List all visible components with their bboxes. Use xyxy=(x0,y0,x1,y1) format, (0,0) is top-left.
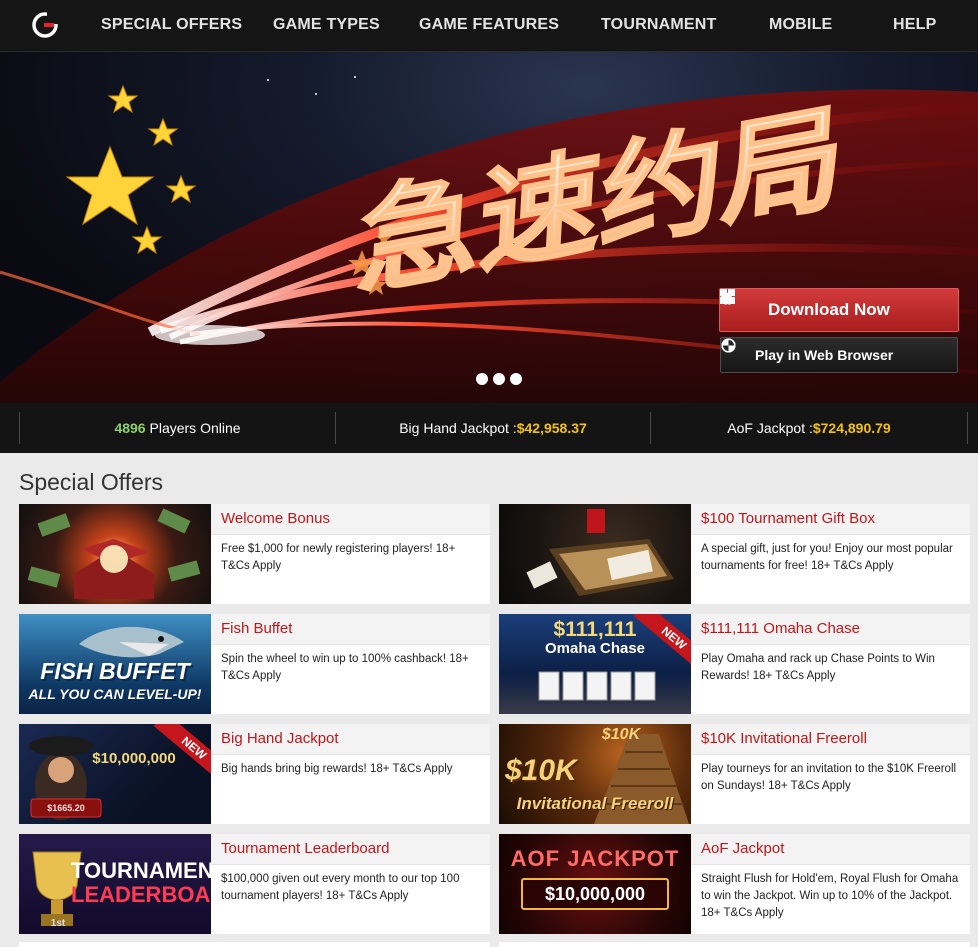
offer-thumbnail: $111,111 Omaha Chase NEW xyxy=(499,614,691,714)
offer-card-tournament-gift-box[interactable]: $100 Tournament Gift Box A special gift,… xyxy=(499,504,970,604)
nav-special-offers[interactable]: SPECIAL OFFERS xyxy=(101,0,242,52)
offer-description: $100,000 given out every month to our to… xyxy=(221,873,460,902)
offer-card-omaha-chase[interactable]: $111,111 Omaha Chase NEW $111,111 Omaha … xyxy=(499,614,970,714)
offer-thumbnail: TOURNAMENT LEADERBOARD 1st xyxy=(19,834,211,934)
thumb-text: 1st xyxy=(50,918,66,929)
offer-title[interactable]: AoF Jackpot xyxy=(701,840,784,857)
thumb-text: ALL YOU CAN LEVEL-UP! xyxy=(28,686,202,702)
special-offers-heading: Special Offers xyxy=(19,469,164,495)
stats-bar: 4896 Players Online Big Hand Jackpot :$4… xyxy=(0,403,978,453)
offer-title[interactable]: Big Hand Jackpot xyxy=(221,730,339,747)
big-hand-jackpot-label: Big Hand Jackpot : xyxy=(399,420,517,436)
play-in-web-browser-label: Play in Web Browser xyxy=(755,347,894,363)
offer-card-big-hand-jackpot[interactable]: $10,000,000 $1665.20 NEW Big Hand Jackpo… xyxy=(19,724,490,824)
play-in-web-browser-button[interactable]: Play in Web Browser xyxy=(720,337,958,373)
aof-jackpot-stat: AoF Jackpot :$724,890.79 xyxy=(651,403,967,453)
carousel-dot-1[interactable] xyxy=(476,373,488,385)
offer-title[interactable]: $10K Invitational Freeroll xyxy=(701,730,867,747)
top-nav: SPECIAL OFFERS GAME TYPES GAME FEATURES … xyxy=(0,0,978,52)
offer-thumbnail: AOF JACKPOT $10,000,000 xyxy=(499,834,691,934)
download-now-button[interactable]: Download Now xyxy=(719,288,959,332)
stats-divider xyxy=(967,412,968,444)
nav-game-features[interactable]: GAME FEATURES xyxy=(419,0,559,52)
offer-description: Free $1,000 for newly registering player… xyxy=(221,543,456,572)
offer-title[interactable]: $111,111 Omaha Chase xyxy=(701,620,860,637)
players-online: 4896 Players Online xyxy=(20,403,335,453)
offer-card-10k-invitational-freeroll[interactable]: $10K $10K Invitational Freeroll $10K Inv… xyxy=(499,724,970,824)
next-offer-row-edge xyxy=(499,942,970,947)
offer-description: Straight Flush for Hold'em, Royal Flush … xyxy=(701,873,959,919)
next-offer-row-edge xyxy=(19,942,490,947)
offer-card-fish-buffet[interactable]: FISH BUFFET ALL YOU CAN LEVEL-UP! Fish B… xyxy=(19,614,490,714)
offer-description: A special gift, just for you! Enjoy our … xyxy=(701,543,953,572)
offer-title[interactable]: Fish Buffet xyxy=(221,620,292,637)
offer-thumbnail xyxy=(19,504,211,604)
thumb-text: $10K xyxy=(601,726,641,743)
offer-thumbnail: FISH BUFFET ALL YOU CAN LEVEL-UP! xyxy=(19,614,211,714)
nav-mobile[interactable]: MOBILE xyxy=(769,0,832,52)
offer-title[interactable]: $100 Tournament Gift Box xyxy=(701,510,875,527)
offer-card-aof-jackpot[interactable]: AOF JACKPOT $10,000,000 AoF Jackpot Stra… xyxy=(499,834,970,934)
carousel-dots xyxy=(476,373,522,385)
offer-description: Spin the wheel to win up to 100% cashbac… xyxy=(221,653,469,682)
players-online-count: 4896 xyxy=(114,420,146,436)
thumb-text: AOF JACKPOT xyxy=(510,846,680,871)
thumb-text: Invitational Freeroll xyxy=(516,794,674,813)
offer-card-tournament-leaderboard[interactable]: TOURNAMENT LEADERBOARD 1st Tournament Le… xyxy=(19,834,490,934)
thumb-text: $1665.20 xyxy=(47,803,85,813)
thumb-text: FISH BUFFET xyxy=(40,658,190,684)
apple-icon xyxy=(720,289,734,305)
offer-title[interactable]: Tournament Leaderboard xyxy=(221,840,389,857)
aof-jackpot-label: AoF Jackpot : xyxy=(727,420,813,436)
big-hand-jackpot-value: $42,958.37 xyxy=(516,420,587,436)
site-logo[interactable] xyxy=(30,10,60,40)
offer-description: Play Omaha and rack up Chase Points to W… xyxy=(701,653,935,682)
carousel-dot-2[interactable] xyxy=(493,373,505,385)
nav-tournament[interactable]: TOURNAMENT xyxy=(601,0,716,52)
download-now-label: Download Now xyxy=(768,300,890,319)
offer-thumbnail: $10,000,000 $1665.20 NEW xyxy=(19,724,211,824)
players-online-label: Players Online xyxy=(145,420,241,436)
offer-description: Big hands bring big rewards! 18+ T&Cs Ap… xyxy=(221,763,453,775)
offer-thumbnail: $10K $10K Invitational Freeroll xyxy=(499,724,691,824)
offer-description: Play tourneys for an invitation to the $… xyxy=(701,763,957,792)
nav-help[interactable]: HELP xyxy=(893,0,936,52)
star-cluster-icon xyxy=(65,84,197,255)
thumb-text: $10K xyxy=(505,754,577,787)
offer-card-welcome-bonus[interactable]: Welcome Bonus Free $1,000 for newly regi… xyxy=(19,504,490,604)
aof-jackpot-value: $724,890.79 xyxy=(812,420,891,436)
firefox-icon xyxy=(721,338,736,353)
carousel-dot-3[interactable] xyxy=(510,373,522,385)
thumb-text: TOURNAMENT xyxy=(71,858,211,883)
thumb-text: LEADERBOARD xyxy=(71,882,211,907)
offer-title[interactable]: Welcome Bonus xyxy=(221,510,330,527)
thumb-text: $10,000,000 xyxy=(544,884,646,904)
nav-game-types[interactable]: GAME TYPES xyxy=(273,0,380,52)
big-hand-jackpot-stat: Big Hand Jackpot :$42,958.37 xyxy=(336,403,650,453)
offer-thumbnail xyxy=(499,504,691,604)
hero-banner[interactable]: 急速约局 Download Now Play in Web Browser xyxy=(0,52,978,403)
